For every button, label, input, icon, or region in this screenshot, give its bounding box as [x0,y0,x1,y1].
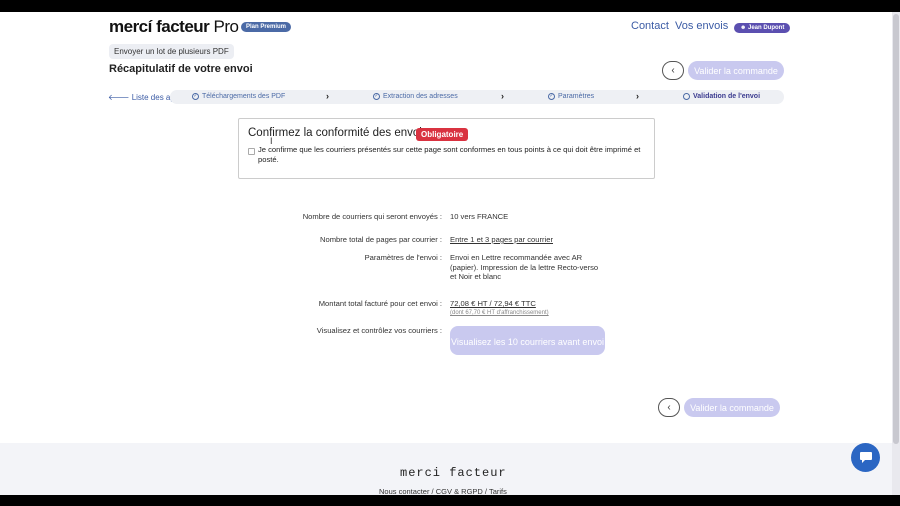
summary-value-pages[interactable]: Entre 1 et 3 pages par courrier [450,235,608,245]
step-label: Extraction des adresses [383,93,458,100]
conformity-checkbox[interactable] [248,148,255,155]
page: mercí facteur Pro Plan Premium Contact V… [0,12,892,495]
validate-order-button-bottom[interactable]: Valider la commande [684,398,780,417]
chevron-right-icon: › [636,91,639,101]
step-label: Validation de l'envoi [693,93,761,100]
chevron-right-icon: › [501,91,504,101]
summary-value-amount[interactable]: 72,08 € HT / 72,94 € TTC [450,299,608,309]
nav-contact-link[interactable]: Contact [631,20,669,32]
summary-value-count: 10 vers FRANCE [450,212,509,221]
chat-button[interactable] [851,443,880,472]
arrow-left-icon: 🡐 [108,93,130,102]
logo-main: mercí facteur [109,17,210,36]
footer-separator: / [484,487,488,495]
mandatory-badge: Obligatoire [416,128,469,141]
validate-order-button-top[interactable]: Valider la commande [688,61,784,80]
back-button-bottom[interactable]: ‹ [658,398,680,417]
preview-letters-button[interactable]: Visualisez les 10 courriers avant envoi [450,326,605,355]
footer-cgv-link[interactable]: CGV & RGPD [436,487,483,495]
summary-label-count: Nombre de courriers qui seront envoyés : [302,212,442,221]
chat-icon [859,452,872,463]
user-badge[interactable]: ☻ Jean Dupont [734,23,791,33]
logo[interactable]: mercí facteur Pro [109,17,239,37]
chevron-right-icon: › [326,91,329,101]
step-label: Paramètres [558,93,595,100]
step-pdf-upload[interactable]: ✓ Téléchargements des PDF [192,93,285,100]
screen-bottom-bar [0,495,900,506]
step-parameters[interactable]: ✓ Paramètres [548,93,594,100]
summary-label-amount: Montant total facturé pour cet envoi : [318,299,442,308]
footer-tarifs-link[interactable]: Tarifs [489,487,507,495]
check-circle-icon: ✓ [192,93,199,100]
logo-pro: Pro [213,17,239,36]
nav-envois-link[interactable]: Vos envois [675,20,728,32]
page-scrollbar[interactable] [892,12,900,495]
circle-icon [683,93,690,100]
page-title: Récapitulatif de votre envoi [109,63,253,75]
summary-label-pages: Nombre total de pages par courrier : [320,235,442,244]
scrollbar-thumb[interactable] [893,14,899,444]
step-label: Téléchargements des PDF [202,93,286,100]
confirmation-box: Confirmez la conformité des envois Oblig… [238,118,655,179]
batch-pdf-button[interactable]: Envoyer un lot de plusieurs PDF [109,44,234,59]
plan-badge: Plan Premium [241,22,292,32]
step-validation[interactable]: Validation de l'envoi [683,93,760,100]
chevron-left-icon: ‹ [671,65,675,76]
screen-top-bar [0,0,900,12]
summary-label-preview: Visualisez et contrôlez vos courriers : [316,326,442,335]
text-cursor-icon: I [270,136,273,146]
summary-value-params: Envoi en Lettre recommandée avec AR (pap… [450,253,599,282]
footer-separator: / [431,487,434,495]
check-circle-icon: ✓ [548,93,555,100]
back-button-top[interactable]: ‹ [662,61,684,80]
footer-logo[interactable]: merci facteur [400,466,507,480]
summary-value-postage: (dont 67,70 € HT d'affranchissement) [450,310,549,316]
check-circle-icon: ✓ [373,93,380,100]
footer-contact-link[interactable]: Nous contacter [379,487,429,495]
conformity-checkbox-label[interactable]: Je confirme que les courriers présentés … [258,145,650,165]
chevron-left-icon: ‹ [667,402,671,413]
confirmation-title: Confirmez la conformité des envois [248,127,428,139]
step-address-extraction[interactable]: ✓ Extraction des adresses [373,93,458,100]
summary-label-params: Paramètres de l'envoi : [364,253,442,262]
footer: merci facteur Nous contacter / CGV & RGP… [0,443,892,495]
footer-links: Nous contacter / CGV & RGPD / Tarifs [379,487,507,495]
